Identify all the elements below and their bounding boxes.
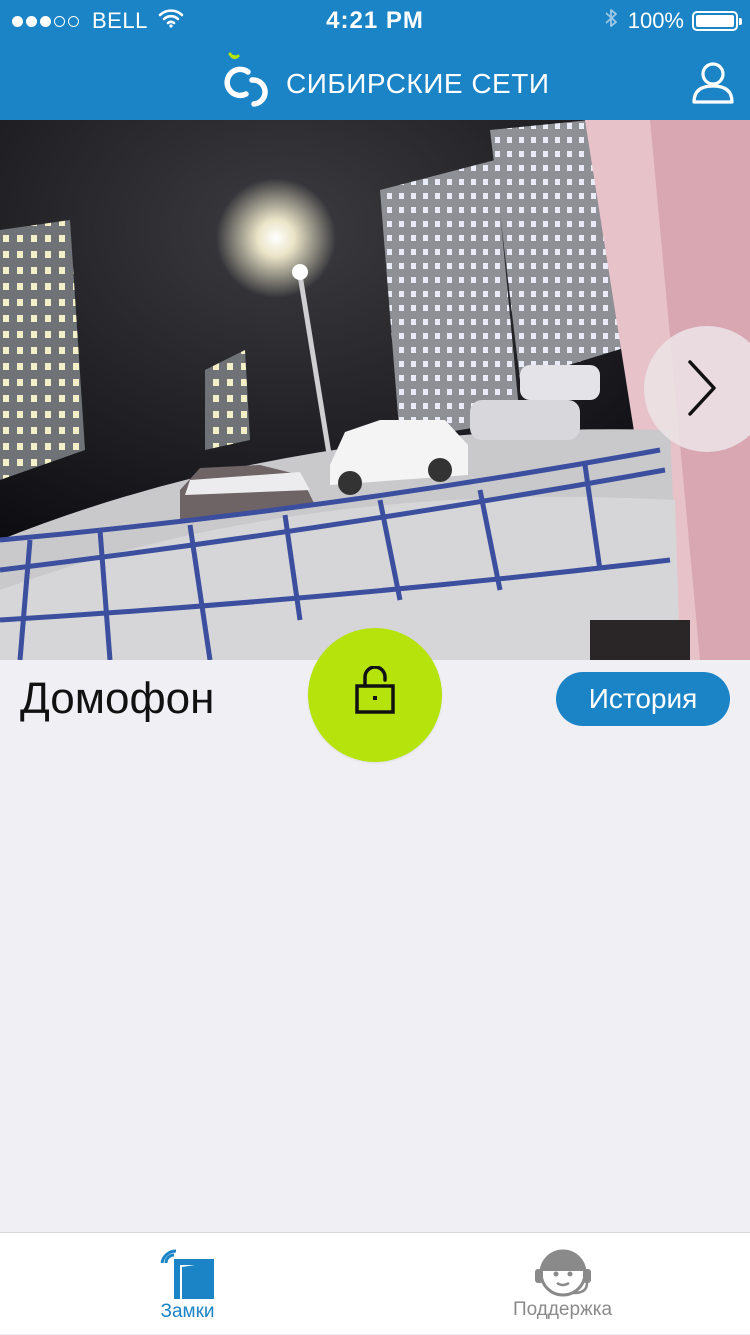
tab-locks-label: Замки xyxy=(160,1301,215,1322)
camera-image xyxy=(0,120,750,660)
camera-feed[interactable] xyxy=(0,120,750,660)
tab-locks[interactable]: Замки xyxy=(0,1233,375,1335)
tab-support-label: Поддержка xyxy=(512,1299,613,1320)
sibirskie-seti-logo xyxy=(222,46,280,121)
support-agent-icon xyxy=(532,1245,594,1304)
battery-percent: 100% xyxy=(627,8,684,33)
header: BELL 4:21 PM 100% СИБИРСКИЕ СЕТИ xyxy=(0,0,750,120)
brand-name: СИБИРСКИЕ СЕТИ xyxy=(286,67,550,99)
tab-support[interactable]: Поддержка xyxy=(375,1233,750,1335)
profile-button[interactable] xyxy=(690,60,736,106)
user-icon xyxy=(690,62,736,110)
app-bar: СИБИРСКИЕ СЕТИ xyxy=(0,42,750,120)
unlock-button[interactable] xyxy=(308,628,442,762)
door-lock-icon xyxy=(156,1245,220,1306)
status-bar: BELL 4:21 PM 100% xyxy=(0,0,750,42)
status-right: 100% xyxy=(604,7,742,35)
intercom-title: Домофон xyxy=(20,674,215,723)
tab-bar: Замки Поддержка xyxy=(0,1232,750,1334)
brand-logo: СИБИРСКИЕ СЕТИ xyxy=(222,46,549,121)
battery-icon xyxy=(692,11,742,31)
history-button[interactable]: История xyxy=(556,672,730,726)
bluetooth-icon xyxy=(604,7,618,35)
